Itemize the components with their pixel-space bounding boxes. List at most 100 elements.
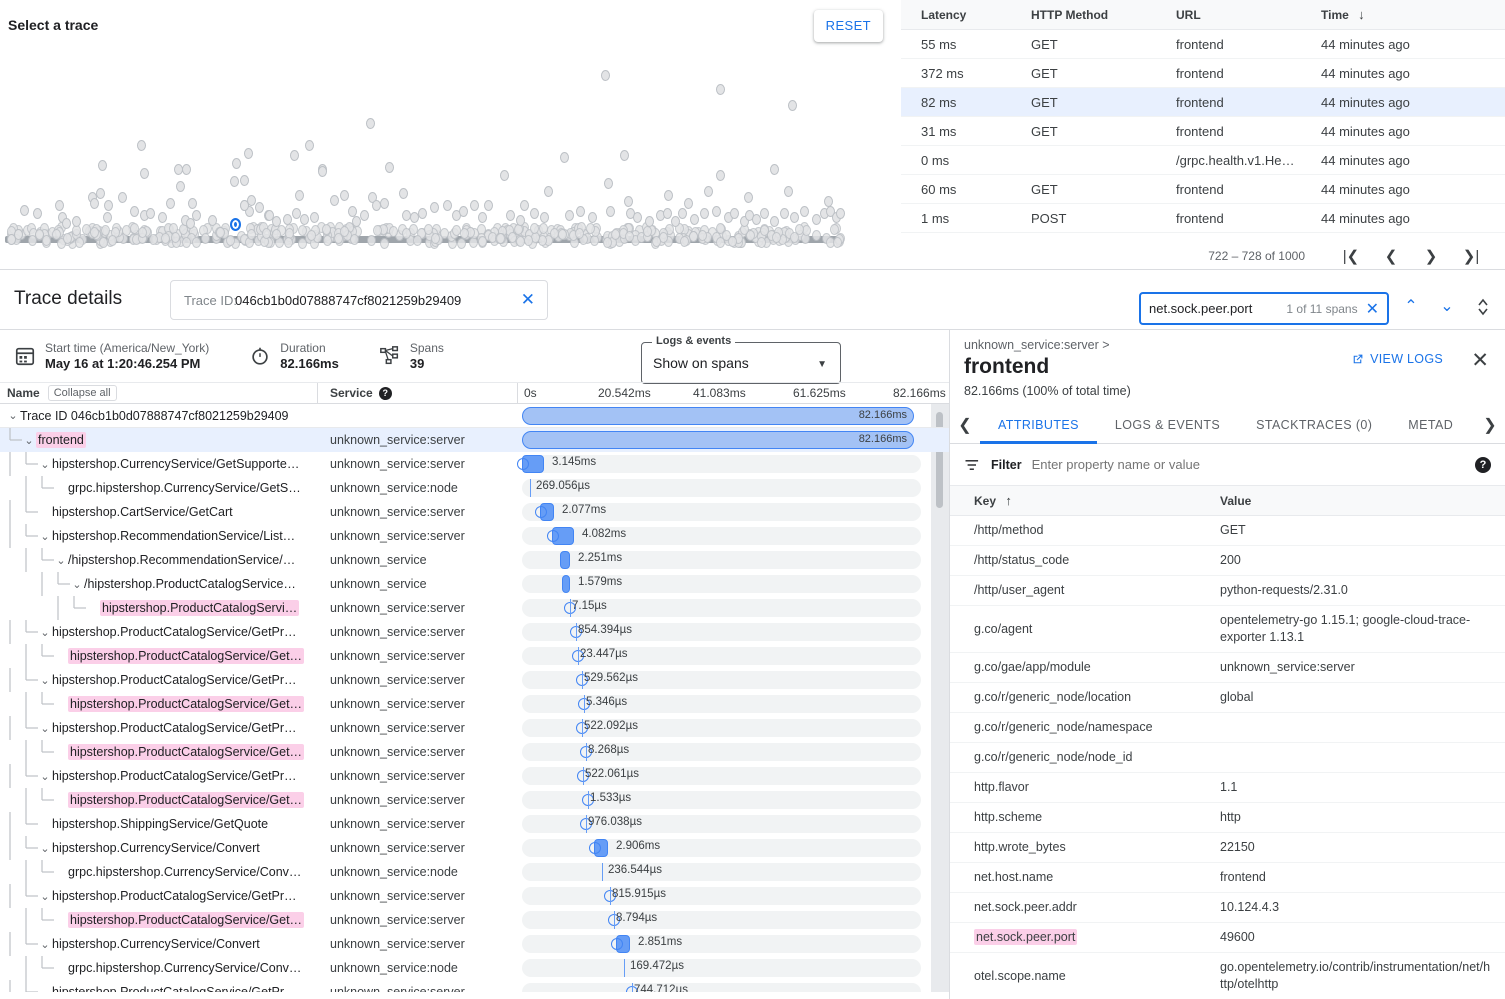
scatter-dot[interactable]: [188, 198, 197, 209]
help-icon[interactable]: ?: [378, 386, 392, 400]
scatter-dot[interactable]: [322, 235, 332, 247]
span-row[interactable]: ⌄hipstershop.ProductCatalogService/GetPr…: [0, 764, 949, 788]
span-row[interactable]: hipstershop.CartService/GetCart unknown_s…: [0, 500, 949, 524]
table-row[interactable]: 60 ms GET frontend 44 minutes ago: [901, 175, 1505, 204]
tab-attributes[interactable]: ATTRIBUTES: [980, 406, 1097, 444]
scatter-dot[interactable]: [697, 229, 707, 241]
scatter-dot[interactable]: [500, 170, 509, 181]
scatter-dot[interactable]: [262, 227, 272, 239]
scatter-dot[interactable]: [297, 237, 307, 249]
scatter-dot[interactable]: [72, 216, 81, 227]
scatter-dot[interactable]: [182, 164, 191, 175]
table-row[interactable]: 55 ms GET frontend 44 minutes ago: [901, 30, 1505, 59]
scatter-dot[interactable]: [90, 198, 99, 209]
span-row[interactable]: ⌄/hipstershop.ProductCatalogService… unkn…: [0, 572, 949, 596]
scatter-dot[interactable]: [108, 234, 118, 246]
filter-input[interactable]: [1031, 457, 1465, 472]
scatter-dot[interactable]: [310, 212, 319, 223]
scatter-dot[interactable]: [191, 236, 201, 248]
scatter-dot[interactable]: [800, 206, 809, 217]
scatter-dot[interactable]: [104, 200, 113, 211]
chevron-down-icon[interactable]: ⌄: [22, 434, 36, 447]
scatter-dot[interactable]: [633, 212, 642, 223]
scatter-dot[interactable]: [601, 70, 610, 81]
scatter-dot[interactable]: [305, 140, 314, 151]
scatter-dot[interactable]: [98, 160, 107, 171]
scatter-dot[interactable]: [33, 208, 42, 219]
table-row[interactable]: 82 ms GET frontend 44 minutes ago: [901, 88, 1505, 117]
scatter-dot[interactable]: [100, 224, 110, 236]
span-row[interactable]: hipstershop.ProductCatalogService/Get… un…: [0, 644, 949, 668]
column-header-url[interactable]: URL: [1176, 8, 1321, 22]
scatter-dot[interactable]: [770, 164, 779, 175]
collapse-all-button[interactable]: Collapse all: [47, 385, 117, 401]
scatter-dot[interactable]: [704, 186, 713, 197]
scatter-dot[interactable]: [265, 210, 274, 221]
span-row[interactable]: ⌄hipstershop.ProductCatalogService/GetPr…: [0, 668, 949, 692]
scatter-dot[interactable]: [380, 198, 389, 209]
scatter-dot[interactable]: [760, 208, 769, 219]
search-next-icon[interactable]: ⌄: [1434, 296, 1460, 316]
scatter-dot[interactable]: [360, 210, 369, 221]
scatter-dot[interactable]: [208, 215, 217, 226]
scatter-dot[interactable]: [401, 228, 411, 240]
scatter-dot[interactable]: [96, 188, 105, 199]
span-row[interactable]: ⌄ hipstershop.CurrencyService/Convert unkn…: [0, 836, 949, 860]
scatter-dot[interactable]: [540, 212, 549, 223]
span-row[interactable]: hipstershop.ProductCatalogService/Get… un…: [0, 908, 949, 932]
span-row[interactable]: ⌄ hipstershop.RecommendationService/List……: [0, 524, 949, 548]
span-row[interactable]: ⌄hipstershop.ProductCatalogService/GetPr…: [0, 980, 949, 992]
table-row[interactable]: 31 ms GET frontend 44 minutes ago: [901, 117, 1505, 146]
first-page-button[interactable]: |❮: [1331, 247, 1371, 265]
scatter-dot[interactable]: [300, 214, 309, 225]
logs-events-select[interactable]: Logs & events Show on spans ▼: [641, 335, 841, 384]
span-row[interactable]: hipstershop.ProductCatalogService/Get… un…: [0, 788, 949, 812]
table-row[interactable]: 1 ms POST frontend 44 minutes ago: [901, 204, 1505, 233]
column-header-key[interactable]: Key ↑: [950, 493, 1220, 508]
scatter-dot[interactable]: [606, 206, 615, 217]
scatter-dot[interactable]: [520, 200, 529, 211]
scatter-dot[interactable]: [603, 236, 613, 248]
scatter-dot[interactable]: [484, 200, 493, 211]
scatter-dot[interactable]: [451, 225, 461, 237]
chevron-down-icon[interactable]: ⌄: [38, 458, 52, 471]
scatter-dot[interactable]: [538, 223, 548, 235]
scatter-dot[interactable]: [103, 212, 112, 223]
scatter-dot[interactable]: [176, 181, 185, 192]
scatter-dot[interactable]: [516, 215, 525, 226]
span-row[interactable]: ⌄/hipstershop.RecommendationService/… unk…: [0, 548, 949, 572]
scatter-dot[interactable]: [523, 235, 533, 247]
scatter-dot[interactable]: [506, 210, 515, 221]
scatter-dot[interactable]: [330, 195, 339, 206]
scatter-dot[interactable]: [745, 229, 755, 241]
scatter-dot[interactable]: [663, 208, 672, 219]
chevron-down-icon[interactable]: ⌄: [70, 578, 84, 591]
scatter-dot[interactable]: [684, 198, 693, 209]
scatter-dot[interactable]: [574, 228, 584, 240]
span-row[interactable]: ⌄hipstershop.ProductCatalogService/GetPr…: [0, 884, 949, 908]
span-row[interactable]: grpc.hipstershop.CurrencyService/Conv… un…: [0, 956, 949, 980]
scatter-dot[interactable]: [716, 170, 725, 181]
scatter-dot[interactable]: [588, 212, 597, 223]
chevron-down-icon[interactable]: ⌄: [38, 674, 52, 687]
scatter-dot[interactable]: [664, 190, 673, 201]
span-row[interactable]: ⌄hipstershop.ProductCatalogService/GetPr…: [0, 620, 949, 644]
scatter-dot[interactable]: [610, 229, 620, 241]
span-row[interactable]: hipstershop.ProductCatalogService/Get… un…: [0, 740, 949, 764]
scatter-dot[interactable]: [340, 190, 349, 201]
scatter-dot[interactable]: [244, 148, 253, 159]
scatter-dot[interactable]: [182, 237, 192, 248]
scatter-dot[interactable]: [130, 206, 139, 217]
scatter-dot[interactable]: [700, 208, 709, 219]
column-header-value[interactable]: Value: [1220, 494, 1505, 508]
scatter-dot[interactable]: [372, 200, 381, 211]
chevron-down-icon[interactable]: ⌄: [54, 554, 68, 567]
chevron-down-icon[interactable]: ⌄: [6, 409, 20, 422]
scatter-dot[interactable]: [389, 225, 399, 237]
scatter-dot[interactable]: [730, 208, 739, 219]
tab-stacktraces-0[interactable]: STACKTRACES (0): [1238, 406, 1390, 444]
scatter-dot[interactable]: [625, 230, 635, 242]
scatter-dot[interactable]: [430, 202, 439, 213]
scatter-dot[interactable]: [283, 214, 292, 225]
scatter-dot[interactable]: [789, 232, 799, 244]
